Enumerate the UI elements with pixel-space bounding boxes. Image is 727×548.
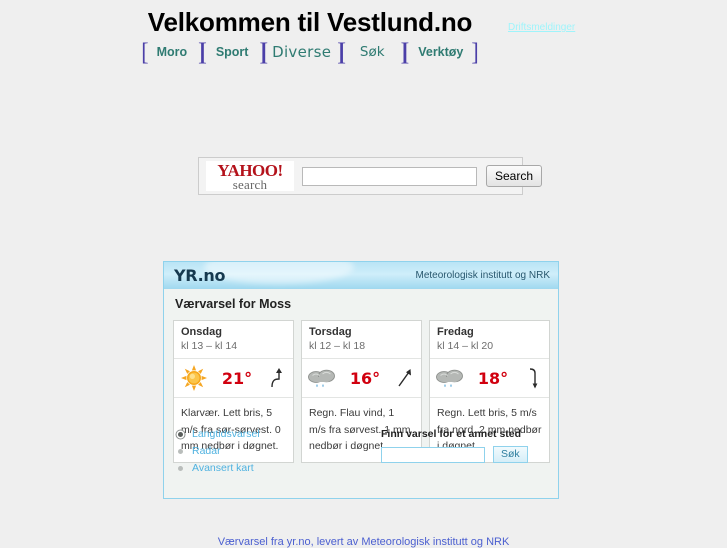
- wind-arrow-bent-icon: [520, 367, 546, 389]
- rain-cloud-icon: [433, 365, 466, 391]
- forecast-card-summary: 16°: [302, 359, 421, 399]
- nav-item-sok[interactable]: Søk: [348, 44, 397, 60]
- nav-item-sport[interactable]: Sport: [209, 45, 256, 59]
- find-forecast-label: Finn varsel for et annet sted: [381, 428, 522, 440]
- weather-panel-header: YR.no Meteorologisk institutt og NRK: [164, 262, 558, 289]
- yahoo-search-button[interactable]: Search: [486, 165, 543, 187]
- forecast-card-header: Torsdag kl 12 – kl 18: [302, 321, 421, 360]
- rain-cloud-icon: [305, 365, 338, 391]
- list-item: Radar: [175, 445, 260, 458]
- page-header: Velkommen til Vestlund.no Driftsmeldinge…: [0, 0, 727, 72]
- forecast-card-summary: 21°: [174, 359, 293, 399]
- list-item: Langtidsvarsel: [175, 428, 260, 441]
- weather-location-title: Værvarsel for Moss: [175, 297, 292, 311]
- yr-no-logo[interactable]: YR.no: [174, 266, 225, 285]
- forecast-card-summary: 18°: [430, 359, 549, 399]
- wind-arrow-straight-icon: [392, 367, 418, 389]
- wind-arrow-hook-icon: [264, 367, 290, 389]
- forecast-day: Onsdag: [181, 326, 222, 338]
- forecast-temperature: 16°: [349, 368, 381, 388]
- footer-credit-link[interactable]: Værvarsel fra yr.no, levert av Meteorolo…: [0, 536, 727, 548]
- yahoo-wordmark: YAHOO!: [217, 160, 284, 180]
- forecast-time-range: kl 12 – kl 18: [309, 339, 366, 352]
- weather-credit: Meteorologisk institutt og NRK: [415, 270, 550, 281]
- main-navigation: [ Moro ][ Sport ][ Diverse ][ Søk ][ Ver…: [0, 37, 620, 66]
- forecast-temperature: 18°: [477, 368, 509, 388]
- list-item: Avansert kart: [175, 462, 260, 475]
- link-radar[interactable]: Radar: [192, 445, 221, 457]
- nav-separator-2: ][: [259, 37, 268, 66]
- nav-separator-3: ][: [337, 37, 346, 66]
- sun-icon: [177, 365, 210, 392]
- yahoo-exclamation: !: [277, 160, 284, 180]
- forecast-day: Torsdag: [309, 326, 352, 338]
- weather-panel: YR.no Meteorologisk institutt og NRK Vær…: [163, 261, 559, 499]
- forecast-card-header: Onsdag kl 13 – kl 14: [174, 321, 293, 360]
- find-forecast-button[interactable]: Søk: [493, 446, 528, 463]
- driftsmeldinger-link[interactable]: Driftsmeldinger: [508, 22, 575, 33]
- nav-item-verktoy[interactable]: Verktøy: [411, 45, 470, 59]
- link-langtidsvarsel[interactable]: Langtidsvarsel: [192, 428, 260, 440]
- forecast-card-header: Fredag kl 14 – kl 20: [430, 321, 549, 360]
- bullet-icon: [178, 466, 183, 472]
- yahoo-search-widget: YAHOO! search Search: [198, 157, 543, 195]
- nav-bracket-left: [: [141, 37, 149, 66]
- forecast-time-range: kl 14 – kl 20: [437, 339, 494, 352]
- find-forecast-form: Finn varsel for et annet sted Søk: [381, 428, 546, 463]
- bullet-icon: [178, 449, 183, 455]
- yahoo-search-input[interactable]: [302, 166, 477, 186]
- forecast-time-range: kl 13 – kl 14: [181, 339, 238, 352]
- bullet-icon: [178, 432, 183, 437]
- nav-item-diverse[interactable]: Diverse: [270, 43, 333, 61]
- forecast-day: Fredag: [437, 326, 474, 338]
- forecast-temperature: 21°: [221, 368, 253, 388]
- find-forecast-row: Søk: [381, 446, 546, 463]
- yahoo-wordmark-text: YAHOO: [217, 160, 278, 180]
- nav-separator-1: ][: [198, 37, 207, 66]
- nav-separator-4: ][: [400, 37, 410, 66]
- nav-item-moro[interactable]: Moro: [150, 45, 195, 59]
- nav-bracket-right: ]: [471, 37, 479, 66]
- link-avansert-kart[interactable]: Avansert kart: [192, 462, 254, 474]
- find-forecast-input[interactable]: [381, 446, 485, 463]
- yahoo-logo: YAHOO! search: [206, 161, 294, 191]
- weather-links-list: Langtidsvarsel Radar Avansert kart: [175, 428, 260, 479]
